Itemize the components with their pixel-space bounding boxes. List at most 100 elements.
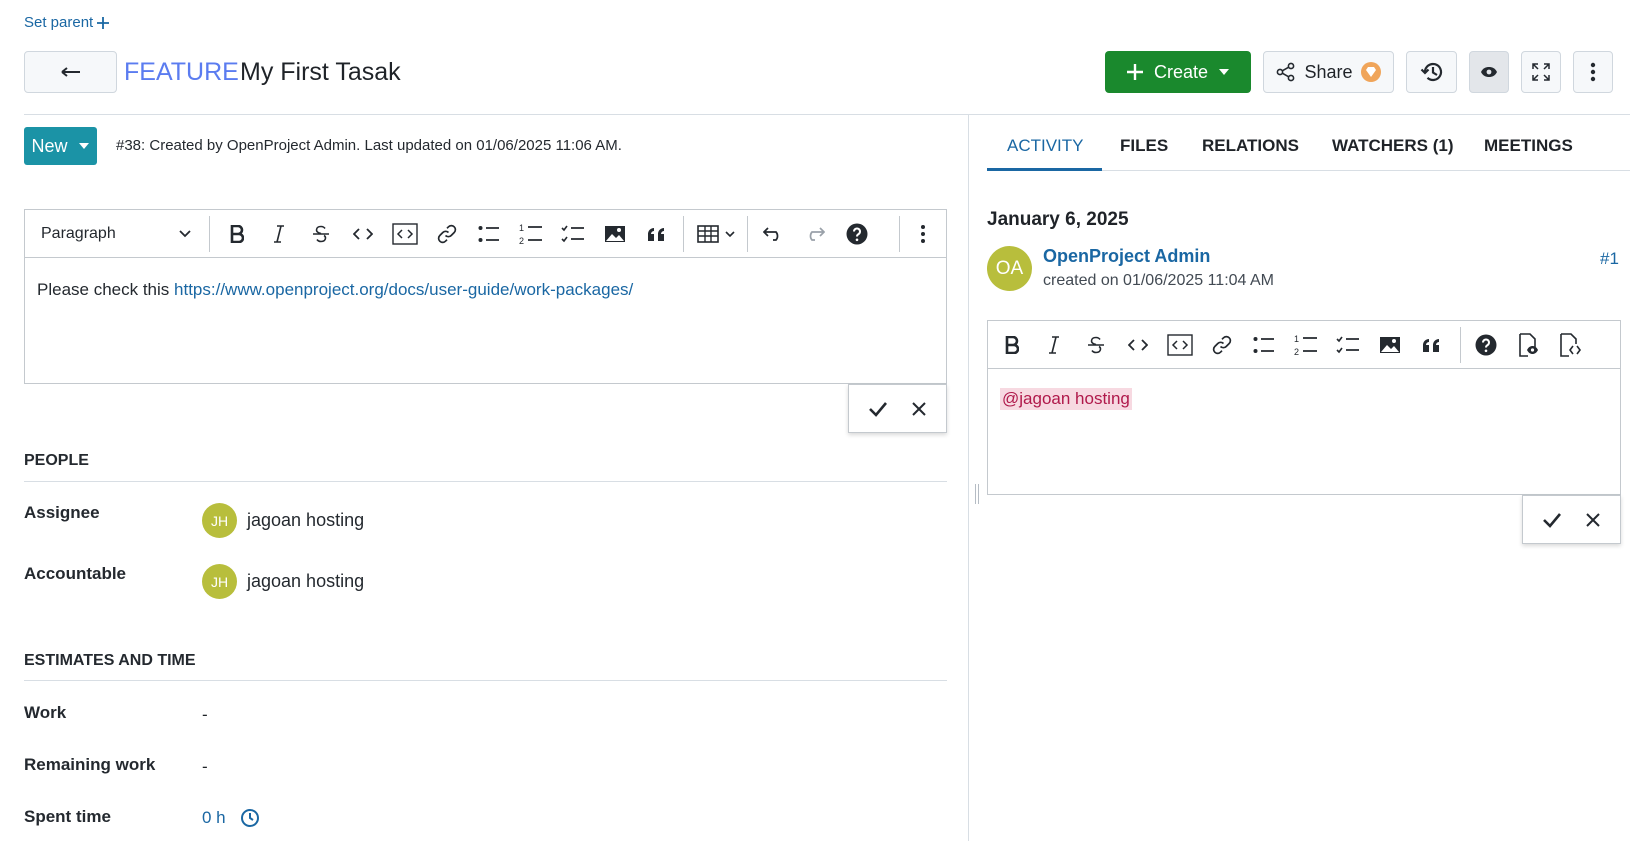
estimates-section-title: ESTIMATES AND TIME bbox=[24, 652, 196, 669]
assignee-field[interactable]: JH jagoan hosting bbox=[202, 503, 364, 538]
comment-editor[interactable]: 12 @jagoan hosting bbox=[987, 320, 1621, 495]
bold-icon[interactable] bbox=[221, 210, 253, 258]
share-label: Share bbox=[1304, 61, 1353, 82]
plus-icon bbox=[1126, 63, 1144, 81]
svg-text:1: 1 bbox=[519, 223, 524, 233]
activity-created: created on 01/06/2025 11:04 AM bbox=[1043, 272, 1274, 289]
clock-icon[interactable] bbox=[240, 808, 260, 828]
accountable-field[interactable]: JH jagoan hosting bbox=[202, 564, 364, 599]
redo-icon[interactable] bbox=[799, 210, 831, 258]
image-icon[interactable] bbox=[1374, 321, 1406, 369]
bold-icon[interactable] bbox=[996, 321, 1028, 369]
help-icon[interactable] bbox=[1470, 321, 1502, 369]
work-package-subject[interactable]: My First Tasak bbox=[240, 58, 401, 87]
description-content[interactable]: Please check this https://www.openprojec… bbox=[37, 280, 633, 300]
user-mention[interactable]: @jagoan hosting bbox=[1000, 388, 1132, 410]
preview-icon[interactable] bbox=[1512, 321, 1544, 369]
history-icon bbox=[1420, 61, 1444, 83]
eye-icon bbox=[1480, 66, 1498, 78]
editor-toolbar: Paragraph 12 bbox=[25, 210, 946, 258]
watch-button[interactable] bbox=[1469, 51, 1509, 93]
svg-text:1: 1 bbox=[1294, 334, 1299, 344]
paragraph-select-label: Paragraph bbox=[41, 225, 116, 242]
avatar: JH bbox=[202, 564, 237, 599]
link-icon[interactable] bbox=[1206, 321, 1238, 369]
todo-list-icon[interactable] bbox=[557, 210, 589, 258]
numbered-list-icon[interactable]: 12 bbox=[515, 210, 547, 258]
description-link[interactable]: https://www.openproject.org/docs/user-gu… bbox=[174, 280, 633, 299]
work-value[interactable]: - bbox=[202, 705, 208, 725]
fullscreen-button[interactable] bbox=[1521, 51, 1561, 93]
chevron-down-icon bbox=[179, 230, 191, 238]
caret-down-icon bbox=[1218, 68, 1230, 76]
pane-divider bbox=[968, 115, 969, 841]
share-button[interactable]: Share bbox=[1263, 51, 1394, 93]
history-button[interactable] bbox=[1406, 51, 1457, 93]
header-divider bbox=[24, 114, 1630, 115]
activity-author[interactable]: OpenProject Admin bbox=[1043, 246, 1210, 267]
activity-date: January 6, 2025 bbox=[987, 209, 1129, 230]
status-button[interactable]: New bbox=[24, 127, 97, 165]
section-divider bbox=[24, 680, 947, 681]
arrow-left-icon bbox=[60, 66, 82, 78]
accountable-name: jagoan hosting bbox=[247, 571, 365, 591]
cancel-button[interactable] bbox=[911, 401, 927, 417]
spent-time-value[interactable]: 0 h bbox=[202, 808, 226, 828]
description-edit-actions bbox=[848, 384, 947, 433]
work-package-meta: #38: Created by OpenProject Admin. Last … bbox=[116, 137, 622, 154]
code-icon[interactable] bbox=[1122, 321, 1154, 369]
toolbar-separator bbox=[683, 216, 684, 252]
table-icon[interactable] bbox=[691, 210, 741, 258]
set-parent-link[interactable]: Set parent bbox=[24, 14, 110, 31]
blockquote-icon[interactable] bbox=[641, 210, 673, 258]
strikethrough-icon[interactable] bbox=[305, 210, 337, 258]
back-button[interactable] bbox=[24, 51, 117, 93]
code-icon[interactable] bbox=[347, 210, 379, 258]
svg-text:2: 2 bbox=[519, 236, 524, 245]
status-label: New bbox=[31, 135, 68, 156]
kebab-icon[interactable] bbox=[907, 210, 939, 258]
confirm-button[interactable] bbox=[868, 401, 888, 417]
spent-time-field[interactable]: 0 h bbox=[202, 808, 260, 828]
tab-relations[interactable]: RELATIONS bbox=[1202, 136, 1299, 156]
remaining-work-value[interactable]: - bbox=[202, 757, 208, 777]
numbered-list-icon[interactable]: 12 bbox=[1290, 321, 1322, 369]
tab-files[interactable]: FILES bbox=[1120, 136, 1168, 156]
set-parent-label: Set parent bbox=[24, 14, 94, 31]
resize-handle[interactable] bbox=[975, 484, 979, 504]
help-icon[interactable] bbox=[841, 210, 873, 258]
activity-number-link[interactable]: #1 bbox=[1600, 249, 1619, 269]
undo-icon[interactable] bbox=[757, 210, 789, 258]
create-button[interactable]: Create bbox=[1105, 51, 1251, 93]
work-label: Work bbox=[24, 703, 67, 722]
tab-activity[interactable]: ACTIVITY bbox=[1007, 136, 1084, 156]
blockquote-icon[interactable] bbox=[1416, 321, 1448, 369]
tab-meetings[interactable]: MEETINGS bbox=[1484, 136, 1573, 156]
caret-down-icon bbox=[78, 142, 90, 150]
toolbar-separator bbox=[899, 216, 900, 252]
strikethrough-icon[interactable] bbox=[1080, 321, 1112, 369]
bulleted-list-icon[interactable] bbox=[473, 210, 505, 258]
confirm-button[interactable] bbox=[1542, 512, 1562, 528]
plus-icon bbox=[96, 16, 110, 30]
share-icon bbox=[1276, 62, 1296, 82]
link-icon[interactable] bbox=[431, 210, 463, 258]
more-actions-button[interactable] bbox=[1573, 51, 1613, 93]
tab-watchers[interactable]: WATCHERS (1) bbox=[1332, 136, 1454, 156]
active-tab-indicator bbox=[987, 168, 1102, 171]
todo-list-icon[interactable] bbox=[1332, 321, 1364, 369]
paragraph-format-select[interactable]: Paragraph bbox=[25, 210, 205, 258]
source-code-icon[interactable] bbox=[1554, 321, 1586, 369]
code-block-icon[interactable] bbox=[389, 210, 421, 258]
bulleted-list-icon[interactable] bbox=[1248, 321, 1280, 369]
code-block-icon[interactable] bbox=[1164, 321, 1196, 369]
assignee-name: jagoan hosting bbox=[247, 510, 365, 530]
accountable-label: Accountable bbox=[24, 564, 127, 583]
italic-icon[interactable] bbox=[1038, 321, 1070, 369]
italic-icon[interactable] bbox=[263, 210, 295, 258]
avatar: JH bbox=[202, 503, 237, 538]
avatar: OA bbox=[987, 246, 1032, 291]
cancel-button[interactable] bbox=[1585, 512, 1601, 528]
image-icon[interactable] bbox=[599, 210, 631, 258]
description-editor[interactable]: Paragraph 12 Please check this https://w… bbox=[24, 209, 947, 384]
